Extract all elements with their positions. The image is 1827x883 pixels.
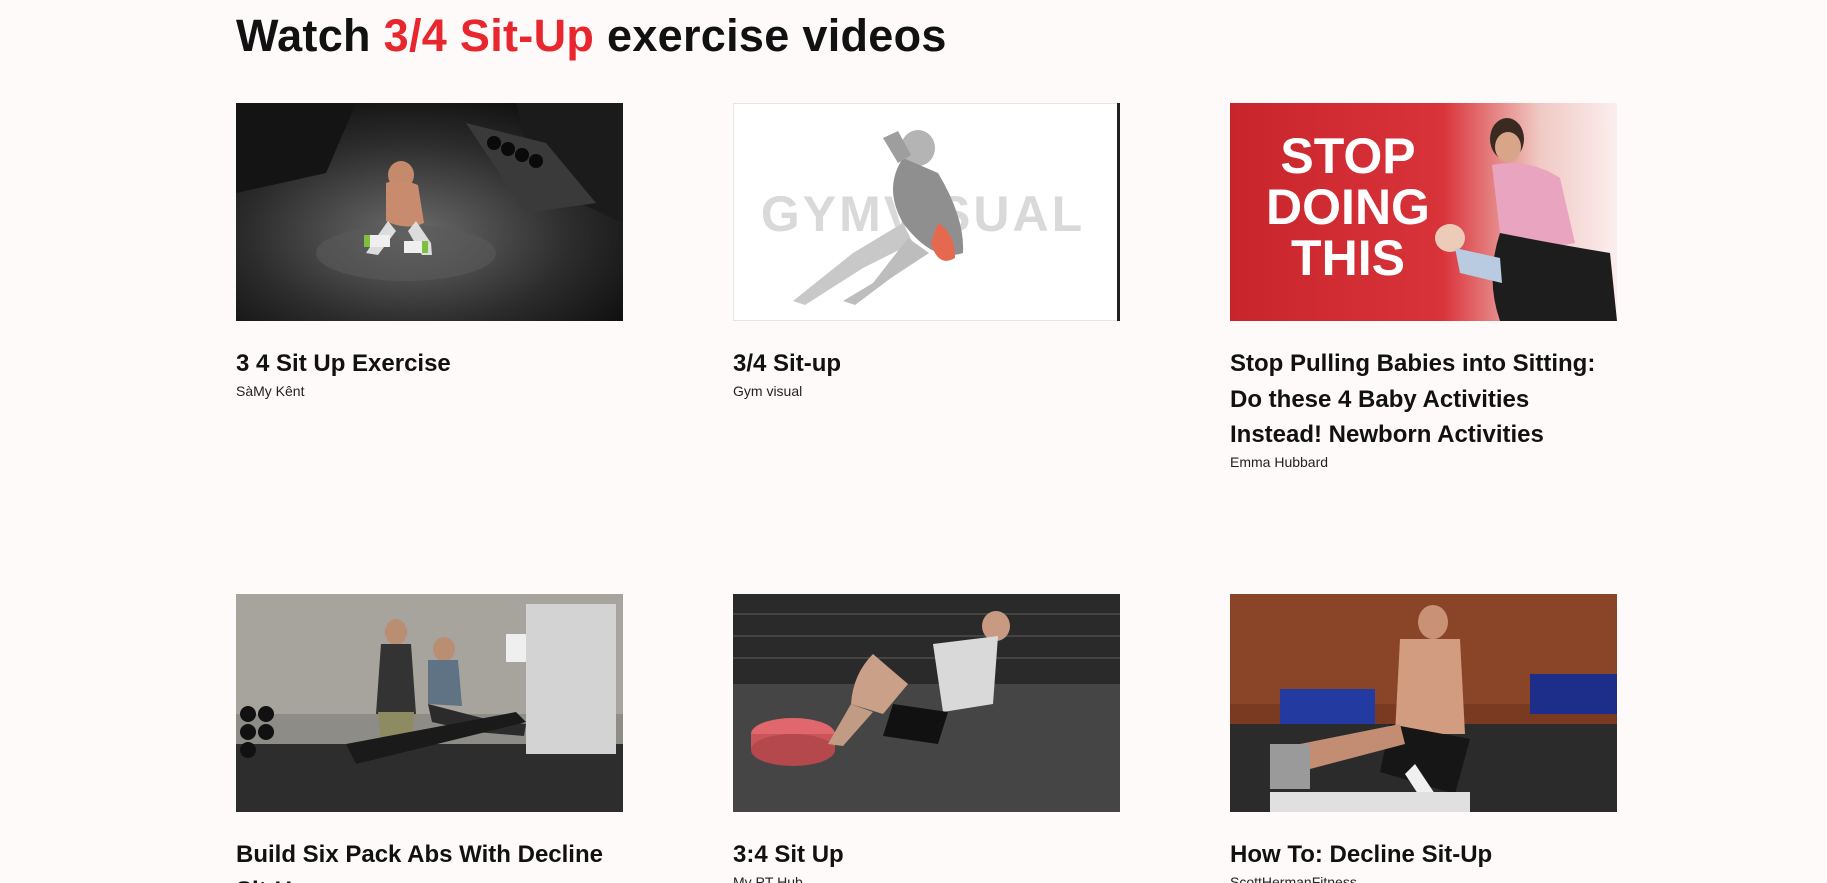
gym-floor-situp-image — [236, 103, 623, 321]
page-title: Watch 3/4 Sit-Up exercise videos — [236, 10, 947, 62]
video-author: My PT Hub — [733, 873, 803, 883]
video-thumbnail[interactable]: STOP DOING THIS — [1230, 103, 1617, 321]
title-prefix: Watch — [236, 10, 384, 61]
thumb-text-line-2: DOING — [1266, 179, 1430, 235]
video-title[interactable]: How To: Decline Sit-Up — [1230, 837, 1617, 873]
video-card: Build Six Pack Abs With Decline Sit-Up — [236, 594, 623, 883]
page: Watch 3/4 Sit-Up exercise videos 3 4 Sit… — [0, 0, 1827, 883]
video-title[interactable]: 3:4 Sit Up — [733, 837, 1120, 873]
thumb-text-line-1: STOP — [1280, 128, 1415, 184]
decline-bench-gym-image — [236, 594, 623, 812]
exercise-name: 3/4 Sit-Up — [383, 10, 595, 61]
video-card: 3 4 Sit Up Exercise SàMy Kênt — [236, 103, 623, 400]
video-author: Gym visual — [733, 382, 803, 399]
video-thumbnail[interactable] — [733, 594, 1120, 812]
video-title[interactable]: Stop Pulling Babies into Sitting: Do the… — [1230, 346, 1617, 453]
video-card: STOP DOING THIS Stop Pulling Babies into… — [1230, 103, 1617, 471]
floor-situp-with-plate-image — [733, 594, 1120, 812]
stop-doing-this-thumbnail: STOP DOING THIS — [1230, 103, 1617, 321]
decline-situp-demo-image — [1230, 594, 1617, 812]
video-thumbnail[interactable] — [236, 594, 623, 812]
gym-visual-situp-illustration: GYMVISUAL — [733, 103, 1120, 321]
video-title[interactable]: 3 4 Sit Up Exercise — [236, 346, 623, 382]
thumb-text-line-3: THIS — [1291, 230, 1405, 286]
video-thumbnail[interactable] — [236, 103, 623, 321]
video-title[interactable]: Build Six Pack Abs With Decline Sit-Up — [236, 837, 623, 883]
video-author: SàMy Kênt — [236, 382, 305, 399]
video-card: GYMVISUAL 3/4 Sit-up Gym visual — [733, 103, 1120, 400]
video-card: 3:4 Sit Up My PT Hub — [733, 594, 1120, 883]
title-suffix: exercise videos — [594, 10, 947, 61]
video-author: Emma Hubbard — [1230, 453, 1329, 470]
video-thumbnail[interactable] — [1230, 594, 1617, 812]
video-card: How To: Decline Sit-Up ScottHermanFitnes… — [1230, 594, 1617, 883]
video-title[interactable]: 3/4 Sit-up — [733, 346, 1120, 382]
video-author: ScottHermanFitness — [1230, 873, 1357, 883]
video-thumbnail[interactable]: GYMVISUAL — [733, 103, 1120, 321]
